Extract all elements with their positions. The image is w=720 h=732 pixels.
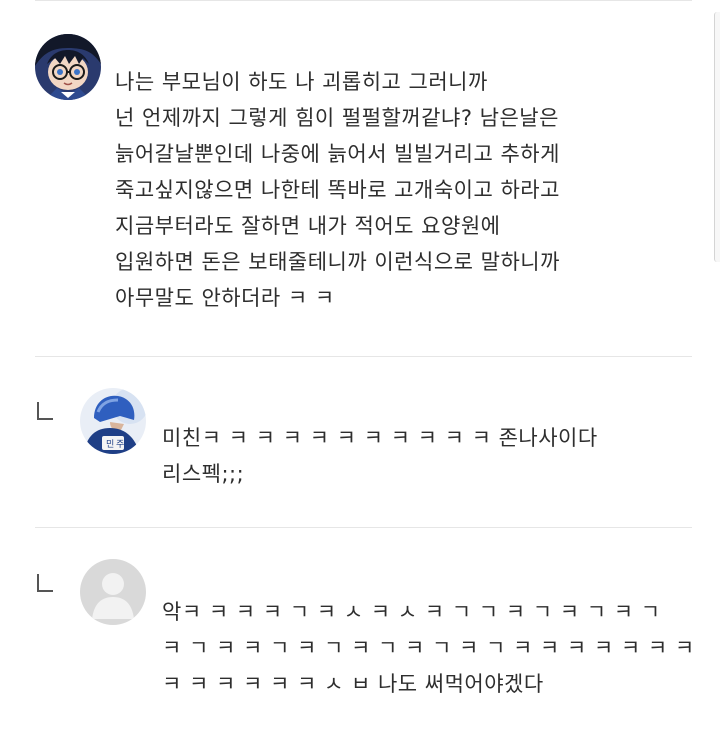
comment-text: 미친ㅋ ㅋ ㅋ ㅋ ㅋ ㅋ ㅋ ㅋ ㅋ ㅋ ㅋ 존나사이다 리스펙;;; xyxy=(162,426,598,486)
svg-text:주: 주 xyxy=(116,439,124,450)
reply-arrow-icon xyxy=(37,574,53,592)
comment-text: 악ㅋ ㅋ ㅋ ㅋ ㄱ ㅋ ㅅ ㅋ ㅅ ㅋ ㄱ ㄱ ㅋ ㄱ ㅋ ㄱ ㅋ ㄱ ㅋ ㄱ… xyxy=(162,600,695,696)
comment-text: 나는 부모님이 하도 나 괴롭히고 그러니까 넌 언제까지 그렇게 힘이 펄펄할… xyxy=(115,70,560,310)
reply-arrow-icon xyxy=(37,402,53,420)
default-user-avatar-icon[interactable] xyxy=(80,559,146,625)
svg-text:민: 민 xyxy=(106,439,114,450)
comment-divider xyxy=(35,527,692,528)
anime-character-avatar-icon[interactable] xyxy=(35,34,101,100)
comment-divider xyxy=(35,356,692,357)
scrollbar[interactable] xyxy=(714,12,720,262)
top-divider xyxy=(35,0,692,1)
police-uniform-avatar-icon[interactable]: 민 주 xyxy=(80,388,146,454)
